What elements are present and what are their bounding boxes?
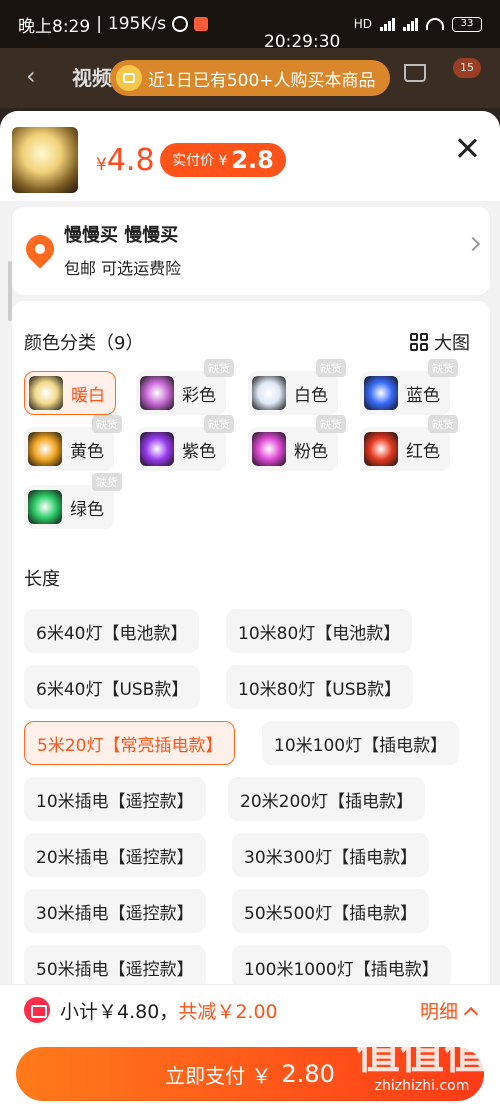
alarm-icon xyxy=(172,16,189,32)
sheet-header: ¥4.8 实付价 ¥ 2.8 xyxy=(0,111,500,201)
color-swatch xyxy=(28,432,62,466)
purchase-toast: 近1日已有500+人购买本商品 xyxy=(110,60,390,96)
color-swatch xyxy=(29,376,63,410)
out-of-stock-badge: 缺货 xyxy=(428,359,458,377)
color-option-label: 白色 xyxy=(294,385,328,406)
out-of-stock-badge: 缺货 xyxy=(204,415,234,433)
length-option[interactable]: 50米500灯【插电款】 xyxy=(232,889,430,933)
status-bar: 晚上8:29 | 195K/s HD 33 xyxy=(0,0,500,48)
length-option[interactable]: 30米插电【遥控款】 xyxy=(24,889,206,933)
length-option[interactable]: 6米40灯【USB款】 xyxy=(24,665,201,709)
status-time: 晚上8:29 xyxy=(18,16,91,37)
length-option[interactable]: 10米插电【遥控款】 xyxy=(24,777,206,821)
color-option[interactable]: 蓝色 缺货 xyxy=(360,359,458,415)
actual-price-badge: 实付价 ¥ 2.8 xyxy=(160,143,286,177)
color-swatch xyxy=(252,432,286,466)
address-name: 慢慢买 慢慢买 xyxy=(64,225,179,246)
battery-icon: 33 xyxy=(452,16,482,32)
wifi-icon xyxy=(426,18,444,30)
color-section-title: 颜色分类（9） xyxy=(24,333,144,354)
color-option[interactable]: 彩色 缺货 xyxy=(136,359,234,415)
length-option[interactable]: 6米40灯【电池款】 xyxy=(24,609,200,653)
color-swatch xyxy=(140,376,174,410)
out-of-stock-badge: 缺货 xyxy=(204,359,234,377)
cart-icon xyxy=(404,64,426,82)
length-option[interactable]: 100米1000灯【插电款】 xyxy=(232,945,451,989)
color-swatch xyxy=(364,432,398,466)
location-pin-icon xyxy=(20,229,60,269)
color-option[interactable]: 白色 缺货 xyxy=(248,359,346,415)
length-option[interactable]: 20米200灯【插电款】 xyxy=(228,777,426,821)
color-option[interactable]: 紫色 缺货 xyxy=(136,415,234,471)
color-option[interactable]: 黄色 缺货 xyxy=(24,415,122,471)
signal-icon xyxy=(380,17,395,31)
color-option-label: 绿色 xyxy=(70,499,104,520)
big-image-button[interactable]: 大图 xyxy=(410,329,470,355)
coupon-ticket-icon xyxy=(24,997,50,1023)
address-card[interactable]: 慢慢买 慢慢买 包邮 可选运费险 xyxy=(12,207,490,295)
color-option-label: 蓝色 xyxy=(406,385,440,406)
cart-count-badge: 15 xyxy=(453,58,481,78)
out-of-stock-badge: 缺货 xyxy=(92,473,122,491)
original-price: ¥4.8 xyxy=(96,143,155,178)
length-option[interactable]: 50米插电【遥控款】 xyxy=(24,945,206,989)
color-swatch xyxy=(252,376,286,410)
grid-icon xyxy=(410,333,428,351)
color-option-label: 黄色 xyxy=(70,441,104,462)
background-title: 视频 xyxy=(72,66,112,90)
color-option[interactable]: 暖白 xyxy=(24,371,116,415)
color-swatch xyxy=(28,490,62,524)
detail-button[interactable]: 明细 xyxy=(420,997,479,1024)
length-option[interactable]: 10米80灯【电池款】 xyxy=(226,609,413,653)
out-of-stock-badge: 缺货 xyxy=(316,359,346,377)
subtotal-text: 小计￥4.80，共减￥2.00 xyxy=(60,1001,278,1023)
network-speed: 195K/s xyxy=(107,14,167,34)
time-overlay: 20:29:30 xyxy=(264,32,341,52)
options-panel: 颜色分类（9） 大图 暖白 彩色 缺货 白色 缺货 蓝色 缺货 黄色 缺货 紫色 缺货 粉色 缺货 红色缺… xyxy=(12,301,490,1001)
length-option[interactable]: 5米20灯【常亮插电款】 xyxy=(24,721,236,765)
length-section-title: 长度 xyxy=(24,569,60,590)
length-option[interactable]: 10米80灯【USB款】 xyxy=(226,665,414,709)
toast-text: 近1日已有500+人购买本商品 xyxy=(148,70,376,91)
app-notification-icon xyxy=(194,17,209,31)
back-icon: ‹ xyxy=(26,62,36,90)
color-option-label: 紫色 xyxy=(182,441,216,462)
length-option[interactable]: 30米300灯【插电款】 xyxy=(232,833,430,877)
sku-sheet: ¥4.8 实付价 ¥ 2.8 慢慢买 慢慢买 包邮 可选运费险 颜色分类（9） … xyxy=(0,111,500,1111)
signal-2-icon xyxy=(403,17,418,31)
out-of-stock-badge: 缺货 xyxy=(428,415,458,433)
watermark-logo: 值值值 zhizhizhi.com xyxy=(356,1028,488,1095)
out-of-stock-badge: 缺货 xyxy=(92,415,122,433)
out-of-stock-badge: 缺货 xyxy=(316,415,346,433)
color-option[interactable]: 红色 缺货 xyxy=(360,415,458,471)
chevron-right-icon xyxy=(465,236,481,252)
color-option-label: 暖白 xyxy=(71,385,105,406)
color-option[interactable]: 绿色 缺货 xyxy=(24,473,122,529)
length-option[interactable]: 20米插电【遥控款】 xyxy=(24,833,206,877)
color-swatch xyxy=(140,432,174,466)
shipping-info: 包邮 可选运费险 xyxy=(64,259,182,278)
product-thumbnail[interactable] xyxy=(12,127,78,193)
color-option[interactable]: 粉色 缺货 xyxy=(248,415,346,471)
color-swatch xyxy=(364,376,398,410)
chevron-up-icon xyxy=(463,1006,479,1021)
color-option-label: 粉色 xyxy=(294,441,328,462)
color-option-label: 彩色 xyxy=(182,385,216,406)
length-option[interactable]: 10米100灯【插电款】 xyxy=(262,721,460,765)
hd-label: HD xyxy=(353,17,372,31)
close-icon[interactable] xyxy=(456,137,478,159)
shopping-bag-icon xyxy=(116,65,142,91)
color-option-label: 红色 xyxy=(406,441,440,462)
